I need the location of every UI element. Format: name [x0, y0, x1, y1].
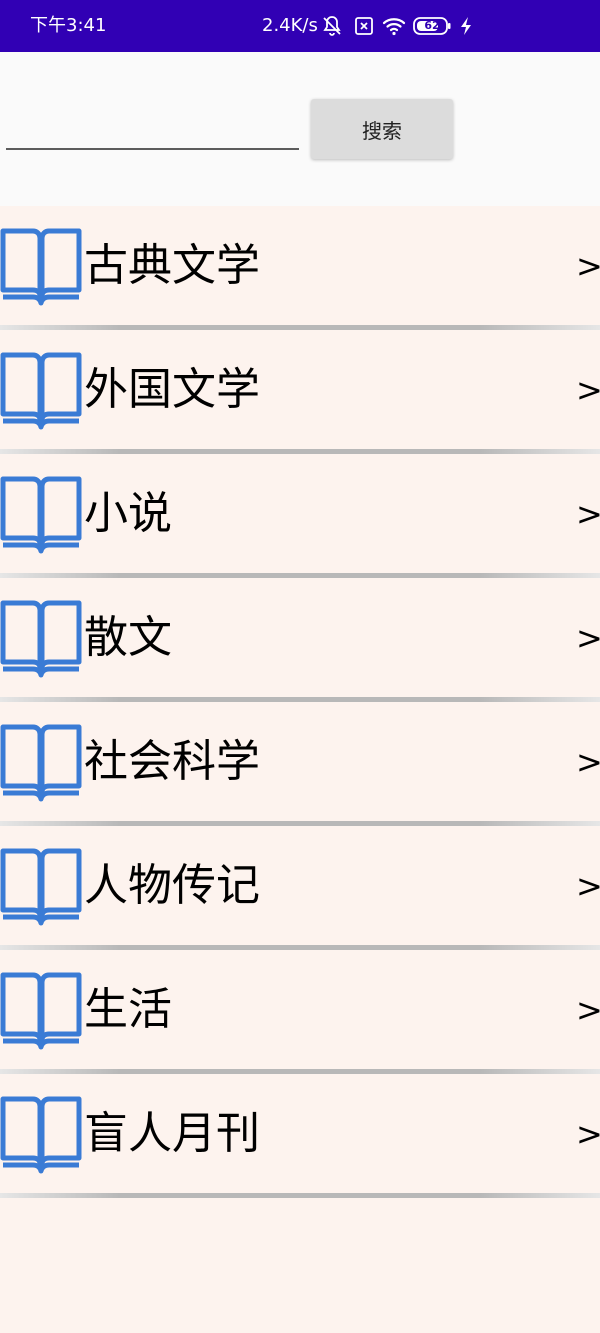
network-speed: 2.4K/s [262, 15, 318, 36]
chevron-right-icon: > [576, 495, 600, 533]
battery-level: 62 [424, 19, 440, 32]
category-label: 生活 [84, 984, 172, 1035]
category-label: 人物传记 [84, 860, 260, 911]
chevron-right-icon: > [576, 991, 600, 1029]
search-area: 搜索 [0, 52, 600, 206]
sim-x-icon [355, 17, 373, 35]
battery-icon: 62 [413, 16, 451, 36]
chevron-right-icon: > [576, 371, 600, 409]
category-label: 社会科学 [84, 736, 260, 787]
list-item-1[interactable]: 外国文学 > [0, 330, 600, 454]
book-icon [0, 1096, 82, 1174]
category-label: 散文 [84, 612, 172, 663]
status-bar: 下午3:41 2.4K/s 62 [0, 0, 600, 52]
chevron-right-icon: > [576, 743, 600, 781]
list-item-0[interactable]: 古典文学 > [0, 206, 600, 330]
list-item-7[interactable]: 盲人月刊 > [0, 1074, 600, 1198]
wifi-icon [382, 18, 406, 36]
list-item-2[interactable]: 小说 > [0, 454, 600, 578]
book-icon [0, 228, 82, 306]
book-icon [0, 476, 82, 554]
chevron-right-icon: > [576, 619, 600, 657]
book-icon [0, 352, 82, 430]
category-label: 外国文学 [84, 364, 260, 415]
list-item-4[interactable]: 社会科学 > [0, 702, 600, 826]
status-time: 下午3:41 [30, 15, 107, 36]
list-item-6[interactable]: 生活 > [0, 950, 600, 1074]
category-list: 古典文学 > 外国文学 > 小说 > 散文 > 社会科学 > 人物传记 > 生活… [0, 206, 600, 1198]
category-label: 盲人月刊 [84, 1108, 260, 1159]
category-label: 小说 [84, 488, 172, 539]
list-item-5[interactable]: 人物传记 > [0, 826, 600, 950]
book-icon [0, 724, 82, 802]
bell-off-icon [323, 16, 341, 36]
chevron-right-icon: > [576, 247, 600, 285]
charging-icon [461, 17, 471, 35]
book-icon [0, 848, 82, 926]
book-icon [0, 972, 82, 1050]
list-item-3[interactable]: 散文 > [0, 578, 600, 702]
search-input[interactable] [6, 110, 299, 150]
book-icon [0, 600, 82, 678]
category-label: 古典文学 [84, 240, 260, 291]
chevron-right-icon: > [576, 867, 600, 905]
chevron-right-icon: > [576, 1115, 600, 1153]
search-button[interactable]: 搜索 [311, 99, 453, 159]
